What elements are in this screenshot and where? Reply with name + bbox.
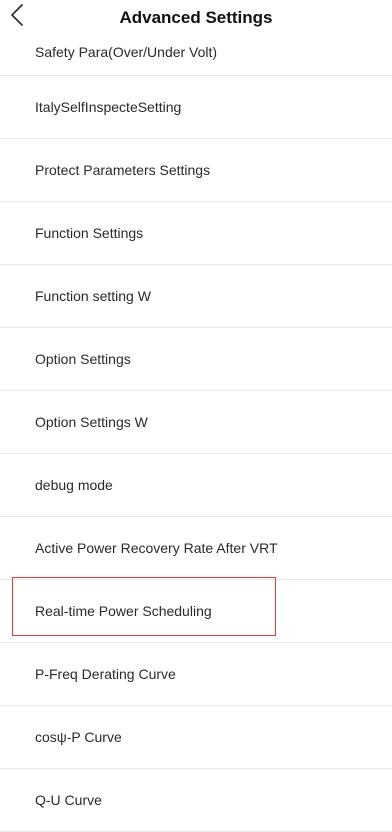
list-item-p-freq-derating-curve[interactable]: P-Freq Derating Curve [0, 643, 392, 706]
settings-list: Safety Para(Over/Under Volt) ItalySelfIn… [0, 14, 392, 832]
list-item-real-time-power-scheduling[interactable]: Real-time Power Scheduling [0, 580, 392, 643]
list-item-label: Function Settings [35, 225, 144, 241]
list-item-active-power-recovery-rate[interactable]: Active Power Recovery Rate After VRT [0, 517, 392, 580]
page-title: Advanced Settings [119, 8, 273, 27]
list-item-label: P-Freq Derating Curve [35, 666, 176, 682]
list-item-label: Safety Para(Over/Under Volt) [35, 44, 218, 60]
list-item-label: debug mode [35, 477, 113, 493]
list-item-label: ItalySelfInspecteSetting [35, 99, 182, 115]
list-item-label: Function setting W [35, 288, 151, 304]
list-item-option-settings[interactable]: Option Settings [0, 328, 392, 391]
list-item-label: Option Settings W [35, 414, 148, 430]
header-bar: Advanced Settings [0, 0, 392, 34]
list-item-label: Real-time Power Scheduling [35, 603, 212, 619]
list-item-function-setting-w[interactable]: Function setting W [0, 265, 392, 328]
list-item-italy-self-inspecte-setting[interactable]: ItalySelfInspecteSetting [0, 76, 392, 139]
list-item-option-settings-w[interactable]: Option Settings W [0, 391, 392, 454]
list-item-label: Active Power Recovery Rate After VRT [35, 540, 278, 556]
list-item-label: Protect Parameters Settings [35, 162, 211, 178]
list-item-label: Option Settings [35, 351, 131, 367]
list-item-q-u-curve[interactable]: Q-U Curve [0, 769, 392, 832]
list-item-label: cosψ-P Curve [35, 729, 122, 745]
list-item-label: Q-U Curve [35, 792, 102, 808]
list-item-protect-parameters-settings[interactable]: Protect Parameters Settings [0, 139, 392, 202]
list-item-debug-mode[interactable]: debug mode [0, 454, 392, 517]
list-item-cos-p-curve[interactable]: cosψ-P Curve [0, 706, 392, 769]
list-item-function-settings[interactable]: Function Settings [0, 202, 392, 265]
